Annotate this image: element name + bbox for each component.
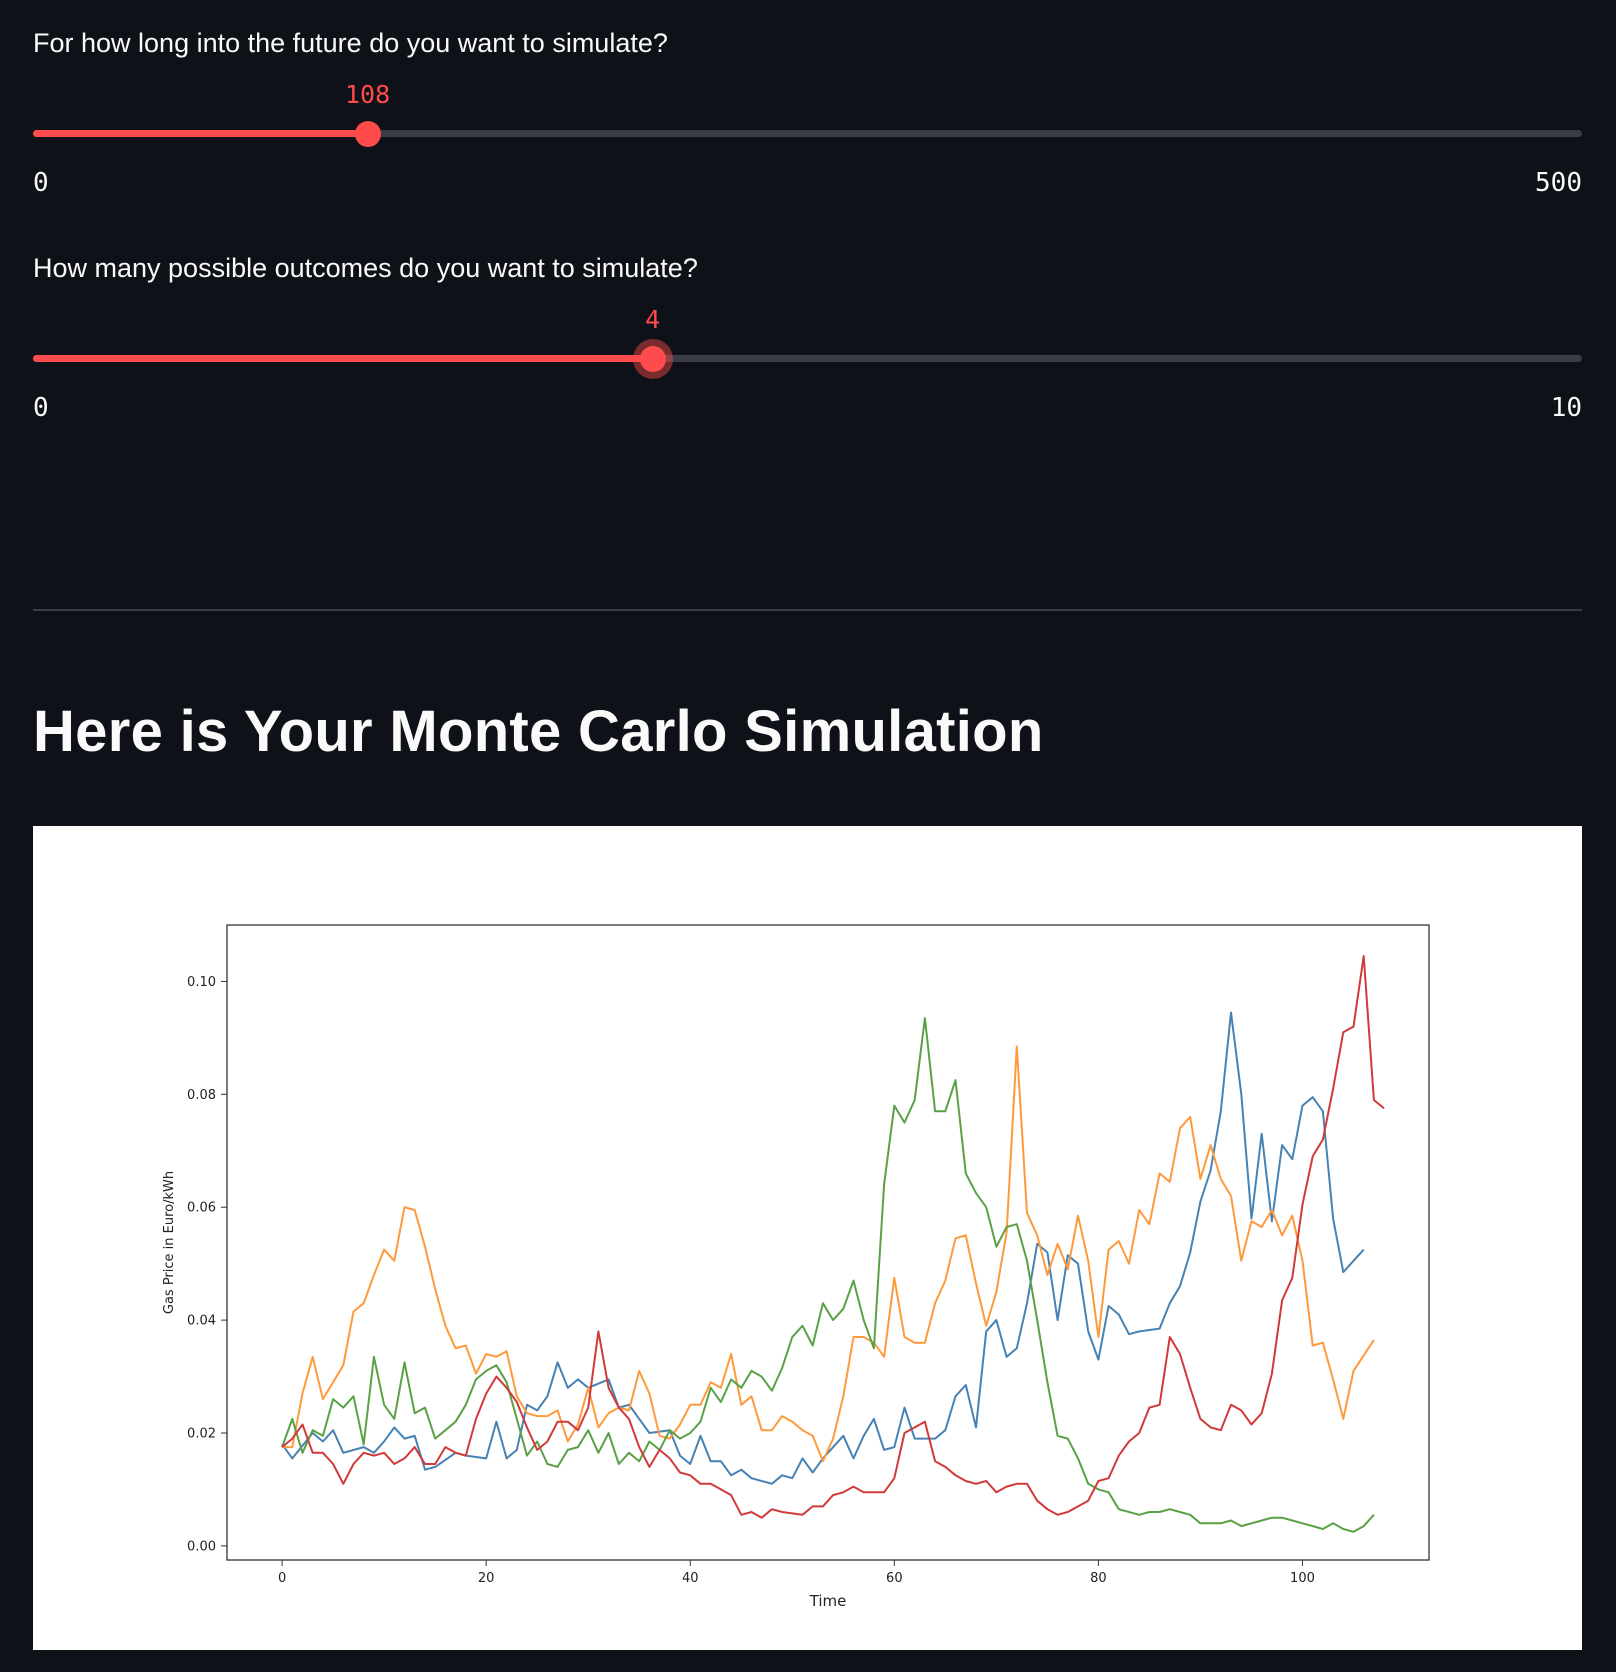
x-tick-label: 40 [682, 1571, 699, 1586]
plot-lines [281, 955, 1385, 1533]
chart-container: 0 20 40 60 80 100 0.00 0.02 0.04 0.06 0.08 0.10 Ti… [33, 826, 1582, 1650]
series-line-2 [282, 1045, 1375, 1463]
series-line-4 [281, 955, 1385, 1519]
y-tick-label: 0.00 [187, 1539, 216, 1554]
slider-horizon-track[interactable] [33, 120, 1582, 147]
slider-outcomes-min: 0 [33, 393, 49, 423]
page-title: Here is Your Monte Carlo Simulation [33, 699, 1044, 764]
y-tick-label: 0.06 [187, 1201, 216, 1216]
slider-outcomes-label: How many possible outcomes do you want t… [33, 253, 698, 283]
divider [33, 609, 1582, 611]
slider-outcomes-value: 4 [645, 305, 661, 334]
x-axis-label: Time [809, 1592, 847, 1610]
series-line-3 [281, 1017, 1375, 1533]
slider-horizon-thumb[interactable] [354, 120, 381, 147]
axes-frame [226, 924, 1430, 1561]
y-tick-label: 0.04 [187, 1314, 216, 1329]
monte-carlo-chart: 0 20 40 60 80 100 0.00 0.02 0.04 0.06 0.08 0.10 Ti… [162, 924, 1430, 1610]
slider-horizon-max: 500 [1535, 168, 1582, 198]
series-line-1 [281, 1011, 1365, 1485]
x-tick-label: 20 [478, 1571, 495, 1586]
x-tick-label: 80 [1090, 1571, 1107, 1586]
y-tick-label: 0.08 [187, 1088, 216, 1103]
x-tick-label: 100 [1290, 1571, 1315, 1586]
y-tick-label: 0.02 [187, 1427, 216, 1442]
x-tick-label: 60 [886, 1571, 903, 1586]
x-axis-ticks: 0 20 40 60 80 100 [278, 1560, 1315, 1586]
slider-horizon-value: 108 [345, 80, 391, 109]
y-axis-ticks: 0.00 0.02 0.04 0.06 0.08 0.10 [187, 975, 227, 1554]
slider-horizon-min: 0 [33, 168, 49, 198]
y-axis-label: Gas Price in Euro/kWh [162, 1171, 177, 1314]
slider-outcomes-max: 10 [1550, 393, 1582, 423]
slider-outcomes-fill [33, 355, 653, 362]
x-tick-label: 0 [278, 1571, 286, 1586]
slider-horizon-fill [33, 130, 368, 137]
slider-outcomes-track[interactable] [33, 345, 1582, 372]
slider-horizon-label: For how long into the future do you want… [33, 28, 668, 58]
y-tick-label: 0.10 [187, 975, 216, 990]
slider-outcomes-thumb[interactable] [639, 345, 666, 372]
